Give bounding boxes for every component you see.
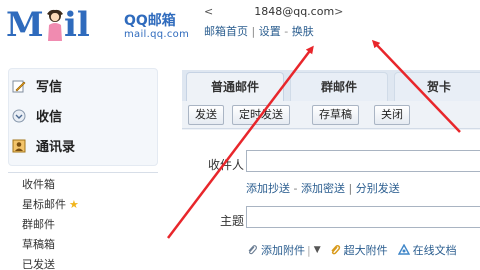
user-email-line: < 1848@qq.com> <box>204 5 343 18</box>
sidebar-item-contacts[interactable]: 通讯录 <box>12 136 75 155</box>
logo-girl-icon <box>47 9 63 41</box>
large-clip-icon <box>331 244 340 255</box>
inbox-icon <box>12 109 26 122</box>
folder-starred[interactable]: 星标邮件 ★ <box>22 196 79 212</box>
compose-panel: 普通邮件 群邮件 贺卡 发送 定时发送 存草稿 关闭 收件人 添加抄送 - 添加… <box>182 70 480 270</box>
folder-group-mail[interactable]: 群邮件 <box>22 216 55 232</box>
logo-url: mail.qq.com <box>124 29 190 40</box>
attachment-divider: | <box>307 243 311 257</box>
large-attachment-button[interactable]: 超大附件 <box>329 242 388 258</box>
logo-brand-name: QQ邮箱 <box>124 13 176 29</box>
sidebar-item-label: 通讯录 <box>36 140 76 155</box>
tab-normal-mail[interactable]: 普通邮件 <box>186 72 284 101</box>
user-box: < 1848@qq.com> 邮箱首页 | 设置 - 换肤 <box>204 5 343 39</box>
logo-letter-m: M <box>6 5 44 45</box>
online-document-button[interactable]: 在线文档 <box>397 242 457 258</box>
compose-tabbar: 普通邮件 群邮件 贺卡 <box>182 70 480 101</box>
add-bcc-link[interactable]: 添加密送 <box>301 182 345 195</box>
contacts-icon <box>12 139 26 152</box>
tab-greeting-card[interactable]: 贺卡 <box>394 72 480 101</box>
add-attachment-button[interactable]: 添加附件 <box>246 242 305 258</box>
header-link-separator: - <box>284 25 289 38</box>
header-link-separator: | <box>251 25 256 38</box>
qq-mail-logo[interactable]: M il QQ邮箱 mail.qq.com <box>6 6 196 52</box>
chevron-down-icon[interactable]: ▼ <box>314 245 321 255</box>
separate-send-link[interactable]: 分别发送 <box>356 182 400 195</box>
user-email: 1848@qq.com <box>254 5 335 18</box>
sidebar-item-receive[interactable]: 收信 <box>12 106 62 125</box>
cc-links: 添加抄送 - 添加密送 | 分别发送 <box>246 180 400 196</box>
save-draft-button[interactable]: 存草稿 <box>312 105 359 125</box>
folder-inbox[interactable]: 收件箱 <box>22 176 55 192</box>
sidebar-item-label: 收信 <box>36 110 63 125</box>
scheduled-send-button[interactable]: 定时发送 <box>232 105 290 125</box>
folder-label: 星标邮件 <box>22 198 66 211</box>
header-links: 邮箱首页 | 设置 - 换肤 <box>204 23 343 39</box>
subject-label: 主题 <box>219 214 244 228</box>
email-bracket-open: < <box>204 5 214 18</box>
tab-group-mail[interactable]: 群邮件 <box>290 72 388 101</box>
subject-input[interactable] <box>246 206 480 228</box>
sidebar-divider <box>8 172 158 173</box>
attachment-row: 添加附件 | ▼ 超大附件 在线文档 <box>246 242 457 258</box>
paperclip-icon <box>248 245 257 255</box>
add-cc-link[interactable]: 添加抄送 <box>246 182 290 195</box>
sidebar-item-label: 写信 <box>36 80 63 95</box>
pencil-icon <box>12 80 26 92</box>
close-button[interactable]: 关闭 <box>374 105 410 125</box>
link-settings[interactable]: 设置 <box>259 25 281 38</box>
star-icon: ★ <box>69 198 79 211</box>
online-document-label: 在线文档 <box>412 244 457 257</box>
logo-letters-il: il <box>64 5 90 45</box>
folder-drafts[interactable]: 草稿箱 <box>22 236 55 252</box>
recipient-label: 收件人 <box>207 158 244 172</box>
large-attachment-label: 超大附件 <box>343 244 388 257</box>
recipient-input[interactable] <box>246 150 480 172</box>
online-doc-icon <box>397 244 410 255</box>
sidebar-item-compose[interactable]: 写信 <box>12 76 62 95</box>
add-attachment-label: 添加附件 <box>261 244 305 257</box>
link-change-skin[interactable]: 换肤 <box>292 25 314 38</box>
folder-sent[interactable]: 已发送 <box>22 256 55 270</box>
compose-toolbar: 发送 定时发送 存草稿 关闭 <box>182 101 480 129</box>
email-bracket-close: > <box>334 5 344 18</box>
sidebar: 写信 收信 通讯录 收件箱 星标邮件 ★ 群邮件 草稿箱 已发送 <box>0 58 160 270</box>
cc-separator: | <box>348 182 353 195</box>
send-button[interactable]: 发送 <box>188 105 224 125</box>
compose-form: 收件人 添加抄送 - 添加密送 | 分别发送 主题 添加附件 | ▼ 超大附件 … <box>182 130 480 270</box>
link-mailbox-home[interactable]: 邮箱首页 <box>204 25 248 38</box>
cc-separator: - <box>293 182 298 195</box>
